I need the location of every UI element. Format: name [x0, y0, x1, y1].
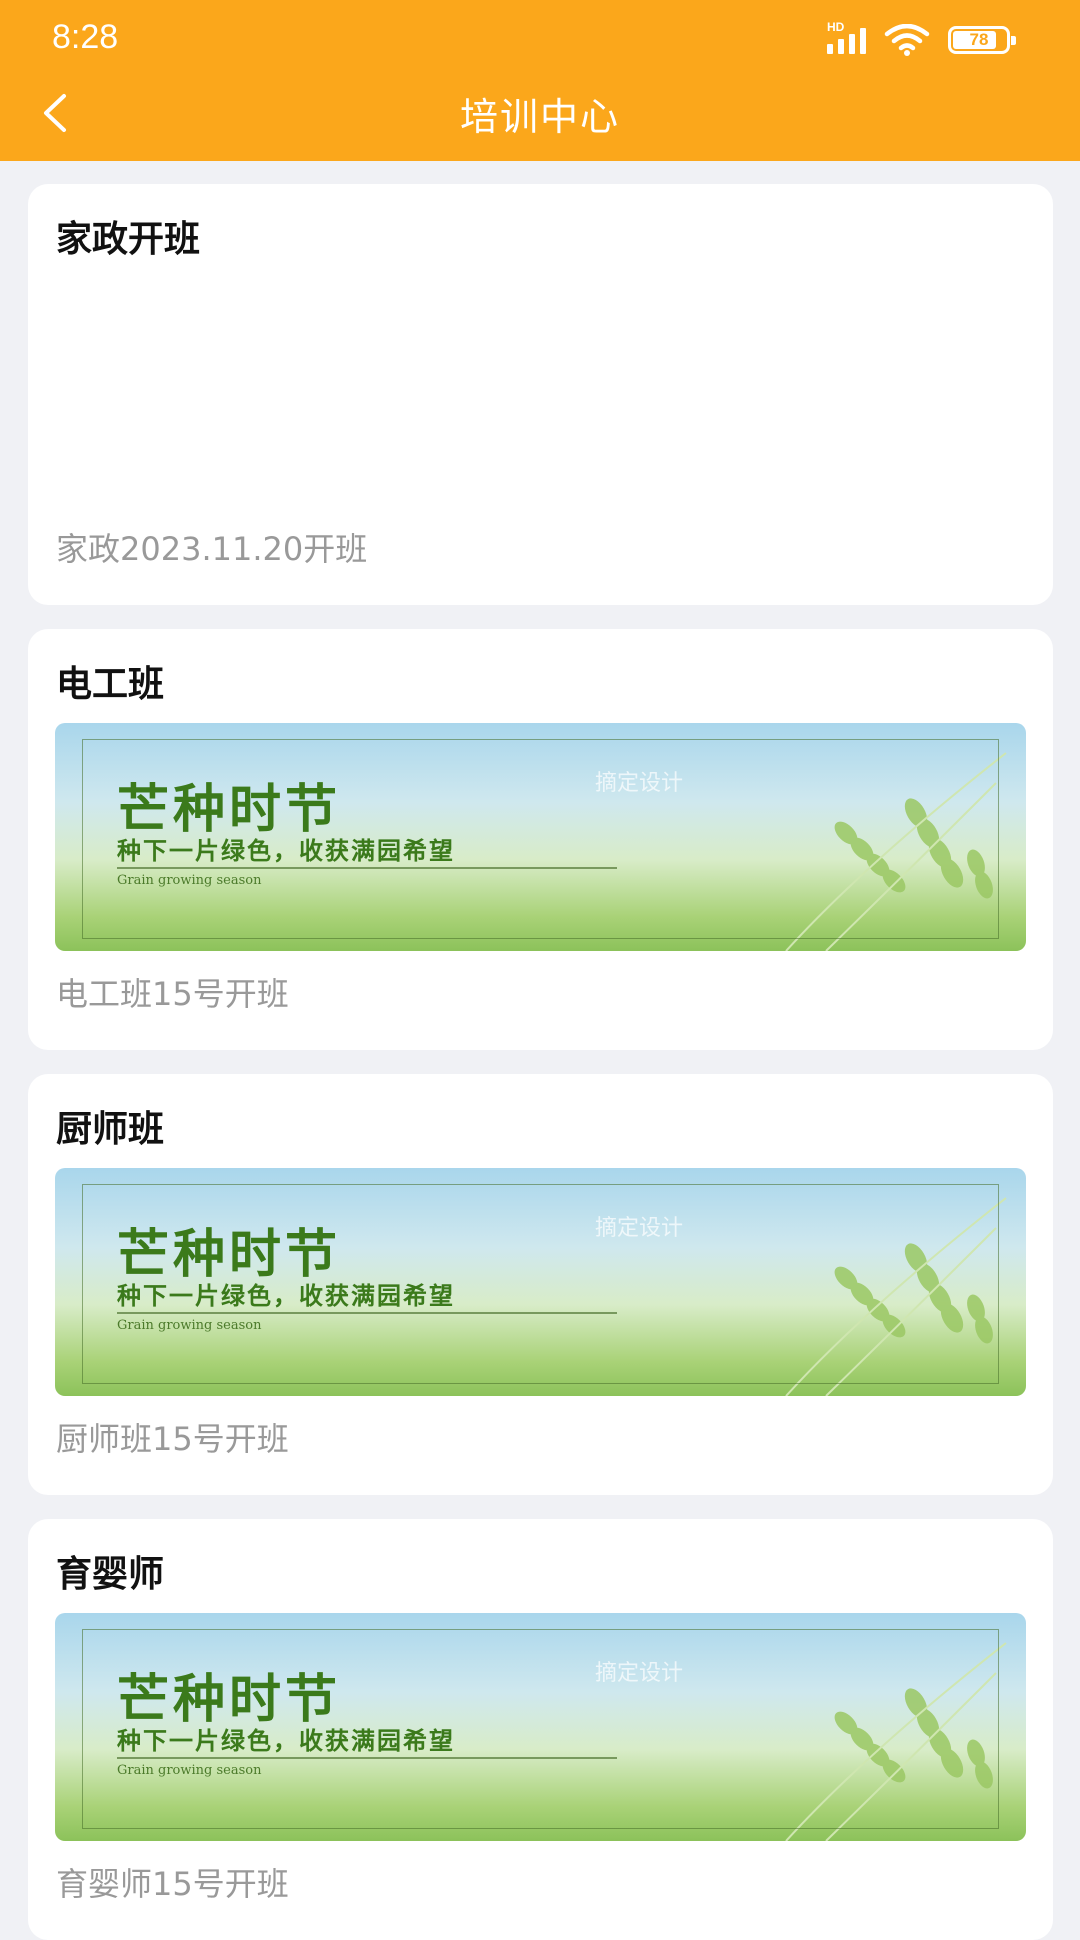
course-card[interactable]: 家政开班 家政2023.11.20开班: [28, 184, 1053, 605]
course-card[interactable]: 育婴师 摘定设计 芒种时节 种下一片绿色，收获满园希望 Grain growin…: [28, 1519, 1053, 1940]
watermark-text: 摘定设计: [595, 1216, 684, 1241]
wifi-icon: [884, 24, 930, 56]
course-title: 家政开班: [56, 219, 201, 260]
status-icons: HD 78: [827, 20, 1016, 60]
banner-english: Grain growing season: [117, 873, 262, 888]
banner-slogan: 种下一片绿色，收获满园希望: [117, 836, 455, 865]
watermark-text: 摘定设计: [595, 771, 684, 796]
network-label: HD: [827, 20, 845, 34]
course-card[interactable]: 电工班 摘定设计 芒种时节 种下一片绿色，收获满园希望 Grain growin…: [28, 629, 1053, 1050]
course-subtitle: 厨师班15号开班: [56, 1420, 289, 1458]
course-subtitle: 电工班15号开班: [56, 975, 289, 1013]
course-subtitle: 家政2023.11.20开班: [56, 530, 368, 568]
banner-english: Grain growing season: [117, 1318, 262, 1333]
watermark-text: 摘定设计: [595, 1661, 684, 1686]
course-banner-image: 摘定设计 芒种时节 种下一片绿色，收获满园希望 Grain growing se…: [55, 1168, 1026, 1396]
course-banner-image: 摘定设计 芒种时节 种下一片绿色，收获满园希望 Grain growing se…: [55, 1613, 1026, 1841]
course-title: 电工班: [56, 664, 165, 705]
page-title: 培训中心: [459, 95, 620, 139]
banner-english: Grain growing season: [117, 1763, 262, 1778]
battery-level: 78: [969, 30, 989, 49]
course-card[interactable]: 厨师班 摘定设计 芒种时节 种下一片绿色，收获满园希望 Grain growin…: [28, 1074, 1053, 1495]
course-subtitle: 育婴师15号开班: [56, 1865, 289, 1903]
banner-slogan: 种下一片绿色，收获满园希望: [117, 1726, 455, 1755]
signal-icon: HD: [827, 20, 866, 54]
battery-icon: 78: [948, 26, 1016, 54]
header-bar: 8:28 HD 78 培训中心: [0, 0, 1080, 161]
status-time: 8:28: [52, 18, 119, 56]
banner-slogan: 种下一片绿色，收获满园希望: [117, 1281, 455, 1310]
course-banner-image: 摘定设计 芒种时节 种下一片绿色，收获满园希望 Grain growing se…: [55, 723, 1026, 951]
course-title: 厨师班: [56, 1109, 165, 1150]
course-title: 育婴师: [56, 1554, 165, 1595]
